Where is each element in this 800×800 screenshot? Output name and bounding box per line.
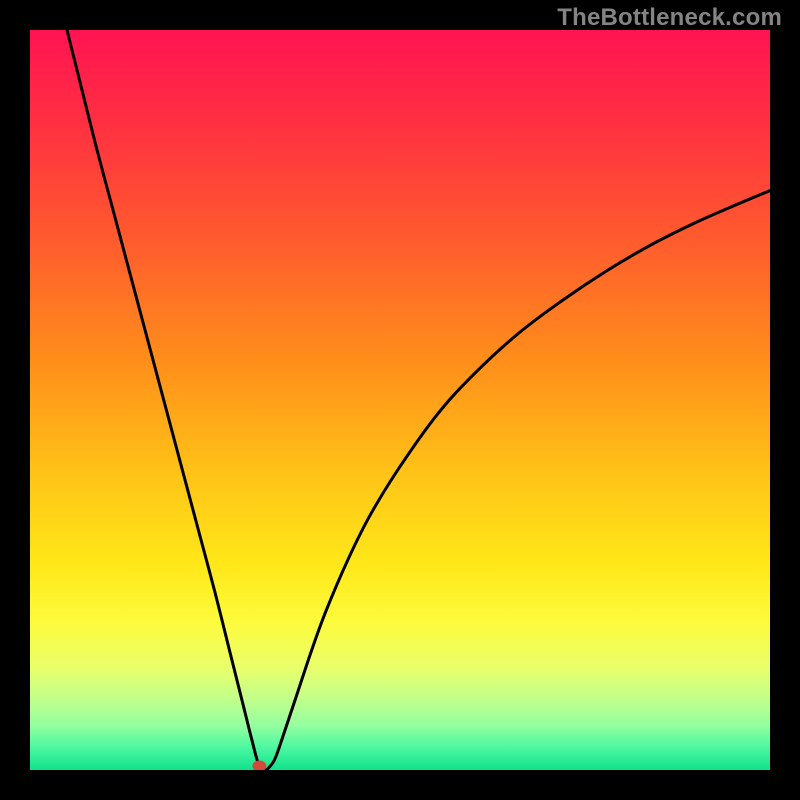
chart-plot bbox=[30, 30, 770, 770]
watermark-text: TheBottleneck.com bbox=[557, 4, 782, 32]
gradient-background bbox=[30, 30, 770, 770]
chart-container: TheBottleneck.com bbox=[0, 0, 800, 800]
